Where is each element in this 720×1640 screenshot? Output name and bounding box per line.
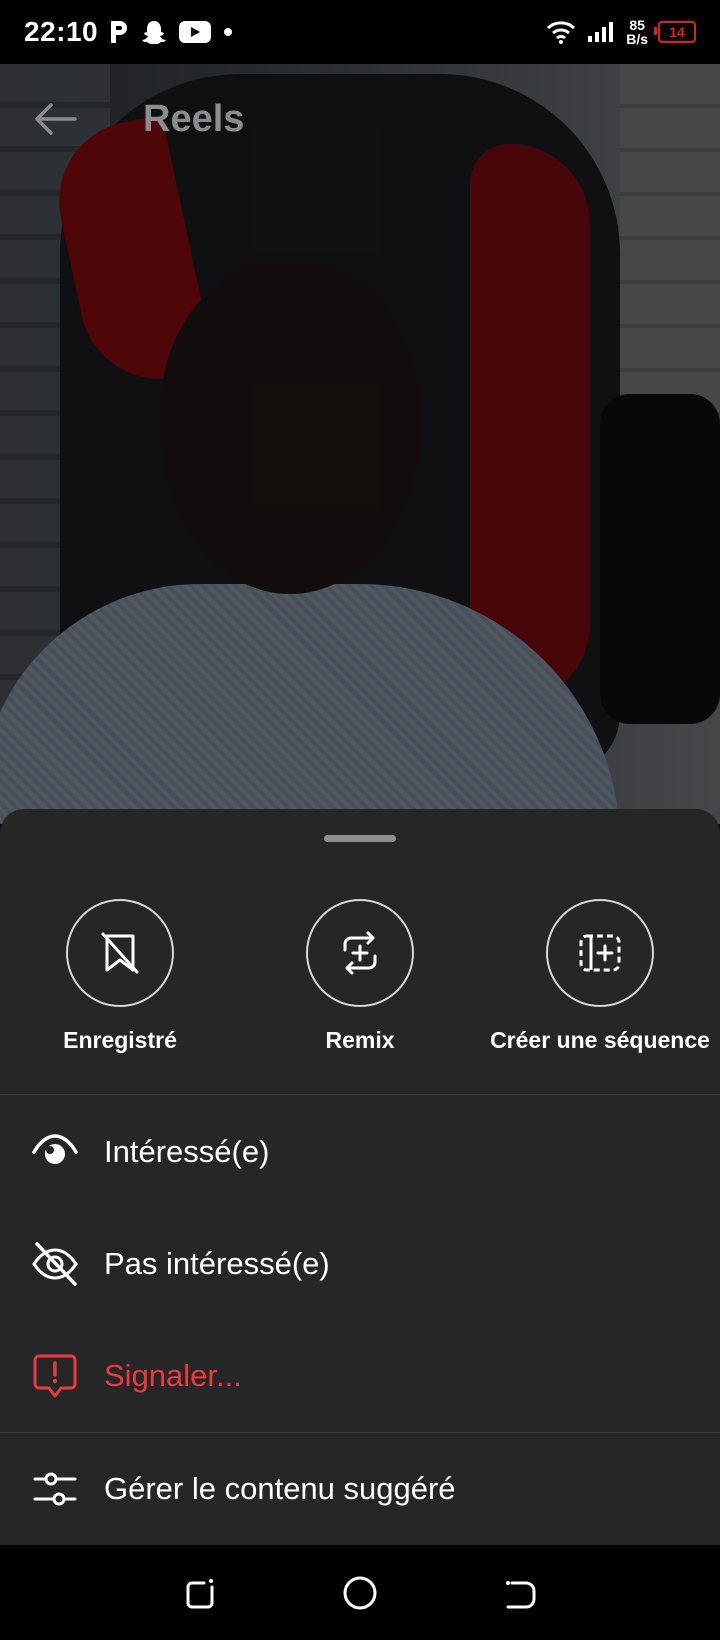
signal-icon <box>588 22 614 42</box>
menu-label-interested: Intéressé(e) <box>104 1134 270 1169</box>
sheet-actions: Enregistré Remix Créer une séquence <box>0 899 720 1054</box>
youtube-icon <box>179 21 212 43</box>
battery-icon: 14 <box>654 21 696 43</box>
dot-icon <box>224 28 233 36</box>
battery-level: 14 <box>669 24 685 40</box>
remix-button[interactable] <box>306 899 414 1007</box>
home-button[interactable] <box>335 1568 385 1618</box>
remix-action[interactable]: Remix <box>240 899 480 1054</box>
wifi-icon <box>547 21 576 44</box>
status-bar: 22:10 85 B/s 14 <box>0 0 720 64</box>
status-time: 22:10 <box>24 16 99 47</box>
bookmark-slash-icon <box>101 932 139 974</box>
notification-icons <box>108 18 234 46</box>
sequence-icon <box>579 934 621 972</box>
menu-label-not-interested: Pas intéressé(e) <box>104 1246 330 1281</box>
sheet-drag-handle[interactable] <box>324 835 396 842</box>
saved-label: Enregistré <box>63 1027 177 1053</box>
menu-label-manage-suggested: Gérer le contenu suggéré <box>104 1471 456 1506</box>
net-speed-unit: B/s <box>626 31 648 47</box>
eye-icon <box>30 1127 80 1177</box>
saved-action[interactable]: Enregistré <box>0 899 240 1054</box>
report-icon <box>30 1351 80 1401</box>
net-speed-value: 85 <box>629 17 645 33</box>
back-button[interactable] <box>25 89 85 149</box>
reel-video[interactable] <box>0 64 720 824</box>
video-dim-overlay <box>0 64 720 824</box>
system-nav-bar <box>0 1545 720 1640</box>
menu-item-interested[interactable]: Intéressé(e) <box>0 1097 720 1207</box>
sequence-action[interactable]: Créer une séquence <box>480 899 720 1054</box>
sequence-button[interactable] <box>546 899 654 1007</box>
page-title: Reels <box>143 97 245 140</box>
recent-apps-button[interactable] <box>175 1568 225 1618</box>
snapchat-icon <box>142 21 167 44</box>
app-header: Reels <box>0 64 720 174</box>
home-icon <box>343 1576 377 1609</box>
menu-item-report[interactable]: Signaler... <box>0 1321 720 1431</box>
divider <box>0 1432 720 1433</box>
menu-label-report: Signaler... <box>104 1358 242 1393</box>
arrow-left-icon <box>35 103 77 135</box>
remix-icon <box>343 931 377 975</box>
sequence-label: Créer une séquence <box>490 1027 710 1053</box>
back-icon <box>506 1580 536 1608</box>
menu-item-not-interested[interactable]: Pas intéressé(e) <box>0 1209 720 1319</box>
options-sheet: Enregistré Remix Créer une séquence Inté… <box>0 809 720 1545</box>
system-indicators: 85 B/s 14 <box>546 18 696 46</box>
sliders-icon <box>30 1464 80 1514</box>
remix-label: Remix <box>325 1027 395 1053</box>
menu-item-manage-suggested[interactable]: Gérer le contenu suggéré <box>0 1434 720 1544</box>
eye-slash-icon <box>30 1239 80 1289</box>
back-nav-button[interactable] <box>495 1568 545 1618</box>
recent-apps-icon <box>186 1578 214 1608</box>
saved-button[interactable] <box>66 899 174 1007</box>
p-icon <box>111 21 128 43</box>
net-speed: 85 B/s <box>626 18 648 46</box>
divider <box>0 1094 720 1095</box>
